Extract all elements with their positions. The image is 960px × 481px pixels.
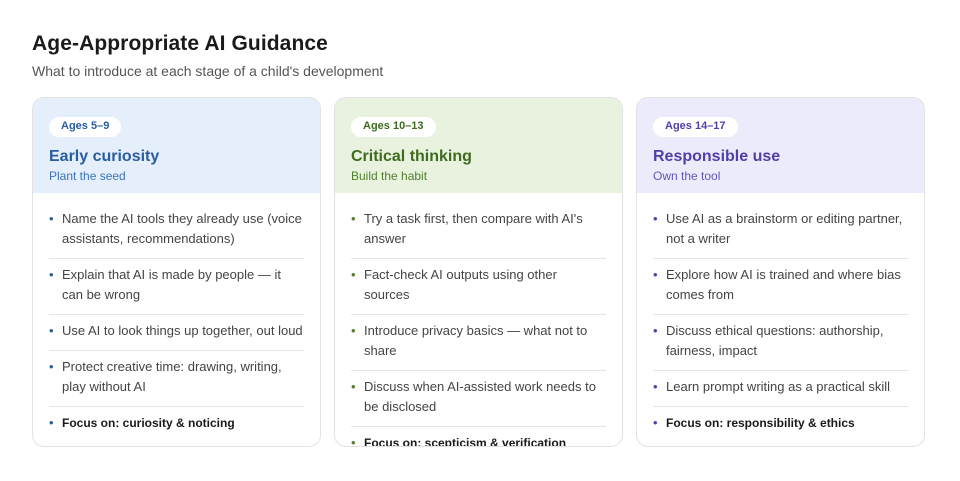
list-item: • Discuss ethical questions: authorship, … [653, 315, 908, 371]
card-subtitle: Plant the seed [49, 169, 126, 183]
age-badge: Ages 10–13 [351, 117, 436, 137]
list-item: • Use AI as a brainstorm or editing partn… [653, 203, 908, 259]
card-subtitle: Build the habit [351, 169, 428, 183]
bullet-icon: • [49, 359, 54, 374]
list-item: • Try a task first, then compare with AI'… [351, 203, 606, 259]
card-ages-14-17: Ages 14–17 Responsible use Own the tool … [636, 97, 925, 447]
list-item: • Protect creative time: drawing, writing… [49, 351, 304, 407]
list-item-text: Protect creative time: drawing, writing,… [62, 359, 282, 394]
list-item-text: Explore how AI is trained and where bias… [666, 267, 901, 302]
bullet-icon: • [351, 211, 356, 226]
card-header: Ages 5–9 Early curiosity Plant the seed [33, 98, 320, 193]
list-item-text: Explain that AI is made by people — it c… [62, 267, 281, 302]
bullet-icon: • [351, 379, 356, 394]
list-item: • Discuss when AI-assisted work needs to … [351, 371, 606, 427]
bullet-icon: • [653, 379, 658, 394]
bullet-icon: • [49, 267, 54, 282]
bullet-icon: • [49, 211, 54, 226]
card-subtitle: Own the tool [653, 169, 721, 183]
bullet-icon: • [653, 415, 658, 430]
focus-text: Focus on: responsibility & ethics [666, 416, 855, 430]
card-title: Early curiosity [49, 148, 160, 165]
list-item: • Use AI to look things up together, out … [49, 315, 304, 351]
guidance-list: • Try a task first, then compare with AI'… [335, 193, 622, 447]
list-item-text: Name the AI tools they already use (voic… [62, 211, 302, 246]
list-item: • Name the AI tools they already use (voi… [49, 203, 304, 259]
focus-item: • Focus on: responsibility & ethics [653, 407, 908, 442]
card-header: Ages 10–13 Critical thinking Build the h… [335, 98, 622, 193]
list-item: • Introduce privacy basics — what not to … [351, 315, 606, 371]
guidance-list: • Use AI as a brainstorm or editing partn… [637, 193, 924, 442]
age-badge: Ages 14–17 [653, 117, 738, 137]
bullet-icon: • [653, 211, 658, 226]
bullet-icon: • [653, 267, 658, 282]
list-item-text: Discuss when AI-assisted work needs to b… [364, 379, 596, 414]
list-item: • Fact-check AI outputs using other sourc… [351, 259, 606, 315]
bullet-icon: • [351, 323, 356, 338]
cards-row: Ages 5–9 Early curiosity Plant the seed … [32, 97, 925, 447]
list-item-text: Discuss ethical questions: authorship, f… [666, 323, 884, 358]
focus-item: • Focus on: curiosity & noticing [49, 407, 304, 442]
guidance-list: • Name the AI tools they already use (voi… [33, 193, 320, 442]
page-subtitle: What to introduce at each stage of a chi… [32, 63, 384, 79]
list-item-text: Learn prompt writing as a practical skil… [666, 379, 890, 394]
card-ages-5-9: Ages 5–9 Early curiosity Plant the seed … [32, 97, 321, 447]
page-title: Age-Appropriate AI Guidance [32, 32, 328, 55]
card-ages-10-13: Ages 10–13 Critical thinking Build the h… [334, 97, 623, 447]
bullet-icon: • [351, 435, 356, 447]
card-title: Critical thinking [351, 148, 472, 165]
list-item-text: Introduce privacy basics — what not to s… [364, 323, 588, 358]
list-item-text: Try a task first, then compare with AI's… [364, 211, 583, 246]
list-item-text: Use AI as a brainstorm or editing partne… [666, 211, 903, 246]
list-item: • Explain that AI is made by people — it … [49, 259, 304, 315]
bullet-icon: • [49, 415, 54, 430]
page: Age-Appropriate AI Guidance What to intr… [0, 0, 960, 481]
focus-item: • Focus on: scepticism & verification [351, 427, 606, 447]
focus-text: Focus on: scepticism & verification [364, 436, 567, 447]
card-title: Responsible use [653, 148, 781, 165]
card-header: Ages 14–17 Responsible use Own the tool [637, 98, 924, 193]
age-badge: Ages 5–9 [49, 117, 122, 137]
list-item: • Learn prompt writing as a practical ski… [653, 371, 908, 407]
bullet-icon: • [49, 323, 54, 338]
list-item-text: Fact-check AI outputs using other source… [364, 267, 557, 302]
bullet-icon: • [653, 323, 658, 338]
focus-text: Focus on: curiosity & noticing [62, 416, 235, 430]
bullet-icon: • [351, 267, 356, 282]
list-item-text: Use AI to look things up together, out l… [62, 323, 303, 338]
list-item: • Explore how AI is trained and where bia… [653, 259, 908, 315]
